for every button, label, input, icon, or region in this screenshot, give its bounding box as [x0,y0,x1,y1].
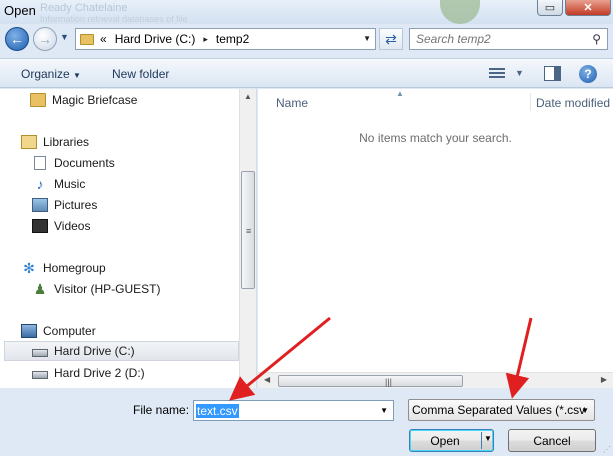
nav-item-videos[interactable]: Videos [32,216,90,236]
address-row: ← → ▼ « Hard Drive (C:) ▸ temp2 ▼ ⇄ ⚲ [0,24,613,54]
breadcrumb-hard-drive[interactable]: Hard Drive (C:) [115,32,196,46]
dialog-footer: File name: text.csv ▼ Comma Separated Va… [0,388,613,456]
chevron-down-icon: ▼ [73,71,81,80]
user-icon: ♟ [33,281,47,297]
computer-icon [21,324,37,338]
chevron-down-icon: ▼ [581,406,589,415]
nav-item-homegroup[interactable]: ✻ Homegroup [21,258,106,278]
file-list-horizontal-scrollbar[interactable]: ◀ ||| ▶ [258,372,613,388]
nav-item-computer[interactable]: Computer [21,321,96,341]
background-title-fragment: Ready Chatelaine [40,2,128,14]
open-label: Open [430,433,460,448]
views-dropdown[interactable]: ▼ [515,68,524,78]
videos-icon [32,219,48,233]
drive-icon [32,371,48,379]
file-type-value: Comma Separated Values (*.csv [412,403,586,417]
column-header-date-modified[interactable]: Date modified [536,96,610,110]
file-list: ▲ Name Date modified No items match your… [258,89,613,388]
nav-item-pictures[interactable]: Pictures [32,195,97,215]
pictures-icon [32,198,48,212]
open-button[interactable]: Open ▼ [409,429,494,452]
grip-icon: ≡ [246,226,252,236]
libraries-icon [21,135,37,149]
nav-item-hard-drive-c[interactable]: Hard Drive (C:) [4,341,239,361]
new-folder-button[interactable]: New folder [112,67,169,81]
nav-label: Homegroup [43,261,106,275]
nav-item-hard-drive-d[interactable]: Hard Drive 2 (D:) [32,363,145,383]
background-subtitle-fragment: Information retrieval databases of file [40,14,188,24]
refresh-icon: ⇄ [385,30,397,47]
background-blob [440,0,480,24]
nav-item-libraries[interactable]: Libraries [21,132,89,152]
nav-label: Music [54,177,86,191]
file-name-dropdown[interactable]: ▼ [380,406,388,415]
scroll-left-arrow[interactable]: ◀ [264,375,270,384]
nav-label: Documents [54,156,115,170]
column-header-name[interactable]: Name [276,96,308,110]
drive-icon [32,349,48,357]
scrollbar-thumb[interactable]: ≡ [241,171,255,289]
grip-icon: ||| [385,377,393,387]
command-bar: Organize ▼ New folder ▼ ? [0,58,613,88]
arrow-right-icon: → [38,31,52,47]
nav-label: Pictures [54,198,98,212]
arrow-left-icon: ← [10,31,24,47]
back-button[interactable]: ← [5,27,29,51]
nav-item-visitor[interactable]: ♟ Visitor (HP-GUEST) [32,279,161,299]
window-title: Open [4,3,36,18]
open-options-dropdown[interactable]: ▼ [484,434,492,443]
help-icon[interactable]: ? [579,65,597,83]
nav-label: Visitor (HP-GUEST) [54,282,161,296]
folder-icon [80,33,94,45]
nav-item-magic-briefcase[interactable]: Magic Briefcase [30,90,137,110]
scroll-right-arrow[interactable]: ▶ [601,375,607,384]
column-divider[interactable] [530,93,531,111]
scroll-up-arrow[interactable]: ▲ [244,92,252,101]
split-divider [481,432,482,449]
address-overflow[interactable]: « [100,32,107,46]
breadcrumb-temp2[interactable]: temp2 [216,32,249,46]
file-name-field[interactable]: text.csv ▼ [193,400,394,421]
empty-message: No items match your search. [359,131,512,145]
views-icon[interactable] [489,68,505,79]
refresh-button[interactable]: ⇄ [379,28,403,50]
file-name-value[interactable]: text.csv [196,403,239,418]
file-name-label: File name: [133,403,190,417]
file-type-select[interactable]: Comma Separated Values (*.csv ▼ [408,399,595,421]
organize-label: Organize [21,67,70,81]
resize-grip-icon[interactable]: ⋰ [603,445,611,454]
title-bar: Open Ready Chatelaine Information retrie… [0,0,613,24]
nav-item-music[interactable]: ♪ Music [32,174,86,194]
nav-label: Computer [43,324,96,338]
nav-label: Hard Drive 2 (D:) [54,366,145,380]
music-icon: ♪ [36,176,44,192]
nav-label: Libraries [43,135,90,149]
folder-icon [30,93,46,107]
organize-button[interactable]: Organize ▼ [21,67,81,81]
nav-item-documents[interactable]: Documents [32,153,115,173]
search-input[interactable] [416,32,586,46]
homegroup-icon: ✻ [23,260,35,276]
search-icon[interactable]: ⚲ [592,32,601,46]
nav-label: Magic Briefcase [52,93,138,107]
close-button[interactable]: ✕ [565,0,611,16]
recent-pages-dropdown[interactable]: ▼ [60,32,69,42]
navigation-scrollbar[interactable]: ▲ ≡ [239,89,256,388]
search-box[interactable]: ⚲ [409,28,608,50]
preview-pane-icon[interactable] [544,66,561,81]
forward-button[interactable]: → [33,27,57,51]
navigation-pane: Magic Briefcase Libraries Documents ♪ Mu… [0,89,257,388]
sort-ascending-icon: ▲ [396,89,404,98]
address-bar[interactable]: « Hard Drive (C:) ▸ temp2 ▼ [75,28,376,50]
cancel-button[interactable]: Cancel [508,429,596,452]
scrollbar-thumb[interactable]: ||| [278,375,463,387]
breadcrumb-separator[interactable]: ▸ [203,34,208,45]
address-dropdown[interactable]: ▼ [363,34,371,43]
nav-label: Hard Drive (C:) [54,344,135,358]
documents-icon [34,156,46,170]
nav-label: Videos [54,219,91,233]
restore-button[interactable]: ▭ [537,0,563,16]
